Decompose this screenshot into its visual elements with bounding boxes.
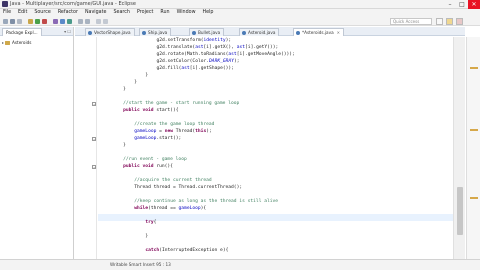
code-line[interactable]: } (123, 142, 126, 149)
project-tree: ▸ Asteroids (0, 36, 73, 49)
eclipse-icon (2, 1, 8, 7)
code-line[interactable]: while(thread == gameLoop){ (134, 205, 206, 212)
open-type-icon[interactable] (78, 19, 83, 24)
fold-toggle-icon[interactable]: − (92, 137, 96, 141)
tab-vectorshape[interactable]: VectorShape.java (85, 28, 135, 36)
code-line[interactable]: gameLoop = new Thread(this); (134, 128, 212, 135)
java-file-icon (142, 30, 146, 35)
project-item[interactable]: ▸ Asteroids (2, 40, 71, 45)
line-number-ruler: − − − (75, 37, 97, 259)
expand-arrow-icon[interactable]: ▸ (2, 40, 4, 45)
menu-edit[interactable]: Edit (18, 9, 27, 17)
code-comment-line[interactable]: //start the game - start running game lo… (123, 100, 239, 107)
code-editor[interactable]: − − − g2d.setTransform(identity); g2d.tra… (75, 37, 465, 270)
minimize-button[interactable]: – (444, 0, 456, 9)
close-button[interactable]: ✕ (468, 0, 480, 9)
tab-label: *Asteroids.java (302, 30, 334, 35)
new-icon[interactable] (3, 19, 8, 24)
quick-access-field[interactable]: Quick Access (390, 18, 432, 25)
code-line[interactable]: g2d.translate(ast[i].getX(), ast[i].getY… (156, 44, 278, 51)
window-controls: – □ ✕ (444, 0, 480, 9)
code-line[interactable]: gameLoop.start(); (134, 135, 181, 142)
print-icon[interactable] (17, 19, 22, 24)
project-name: Asteroids (12, 40, 32, 45)
search-icon[interactable] (85, 19, 90, 24)
tab-ship[interactable]: Ship.java (139, 28, 172, 36)
java-perspective-icon[interactable] (446, 18, 453, 25)
code-line[interactable]: } (123, 86, 126, 93)
code-line[interactable]: g2d.setTransform(identity); (156, 37, 231, 44)
overview-ruler[interactable] (466, 37, 480, 259)
status-text: Writable Smart Insert 95 : 13 (110, 262, 171, 267)
fold-toggle-icon[interactable]: − (92, 102, 96, 106)
tab-label: Asteroid.java (248, 30, 276, 35)
code-line[interactable]: } (145, 72, 148, 79)
menu-search[interactable]: Search (113, 9, 129, 17)
tab-label: VectorShape.java (94, 30, 131, 35)
menu-navigate[interactable]: Navigate (85, 9, 107, 17)
title-bar: Java - Multiplayer/src/com/game/GUI.java… (0, 0, 480, 9)
code-line[interactable]: } (145, 233, 148, 240)
menu-run[interactable]: Run (160, 9, 169, 17)
java-file-icon (242, 30, 246, 35)
code-line[interactable]: public void start(){ (123, 107, 178, 114)
menu-file[interactable]: File (3, 9, 11, 17)
menu-help[interactable]: Help (203, 9, 214, 17)
package-explorer-tab[interactable]: Package Expl... (2, 28, 42, 36)
editor-tab-bar: VectorShape.java Ship.java Bullet.java A… (75, 27, 465, 36)
code-line[interactable]: try{ (145, 219, 156, 226)
annotation-marker[interactable] (470, 67, 478, 69)
menu-refactor[interactable]: Refactor (58, 9, 78, 17)
menu-source[interactable]: Source (34, 9, 50, 17)
open-perspective-icon[interactable] (436, 18, 443, 25)
new-java-project-icon[interactable] (53, 19, 58, 24)
fold-toggle-icon[interactable]: − (92, 165, 96, 169)
code-comment-line[interactable]: //create the game loop thread (134, 121, 214, 128)
project-folder-icon (5, 40, 11, 45)
debug-icon[interactable] (28, 19, 33, 24)
annotation-marker[interactable] (470, 129, 478, 131)
code-line[interactable]: Thread thread = Thread.currentThread(); (134, 184, 242, 191)
package-explorer-panel: Package Expl... ▾ ☐ ▸ Asteroids (0, 27, 74, 267)
back-icon[interactable] (96, 19, 101, 24)
package-explorer-header: Package Expl... ▾ ☐ (0, 27, 73, 36)
window-title: Java - Multiplayer/src/com/game/GUI.java… (10, 1, 136, 7)
java-file-icon (192, 30, 196, 35)
run-icon[interactable] (35, 19, 40, 24)
java-file-icon (296, 30, 300, 35)
code-line[interactable]: g2d.fill(ast[i].getShape()); (156, 65, 233, 72)
tab-asteroid[interactable]: Asteroid.java (239, 28, 280, 36)
save-icon[interactable] (10, 19, 15, 24)
java-file-icon (88, 30, 92, 35)
menu-window[interactable]: Window (177, 9, 196, 17)
tab-asteroids[interactable]: *Asteroids.java ✕ (293, 28, 345, 36)
tab-label: Bullet.java (198, 30, 221, 35)
code-line[interactable]: catch(InterruptedException e){ (145, 247, 228, 254)
code-line[interactable]: g2d.setColor(Color.DARK_GRAY); (156, 58, 239, 65)
forward-icon[interactable] (103, 19, 108, 24)
close-tab-icon[interactable]: ✕ (337, 29, 340, 36)
status-bar: Writable Smart Insert 95 : 13 (0, 259, 480, 270)
code-line[interactable]: g2d.rotate(Math.toRadians(ast[i].getMove… (156, 51, 294, 58)
external-tools-icon[interactable] (42, 19, 47, 24)
view-menu-icon[interactable]: ▾ ☐ (64, 29, 71, 34)
menu-bar: File Edit Source Refactor Navigate Searc… (0, 9, 480, 17)
scrollbar-thumb[interactable] (457, 187, 463, 235)
maximize-button[interactable]: □ (456, 0, 468, 9)
code-line[interactable]: public void run(){ (123, 163, 173, 170)
new-class-icon[interactable] (67, 19, 72, 24)
annotation-marker[interactable] (470, 197, 478, 199)
tab-bullet[interactable]: Bullet.java (189, 28, 225, 36)
code-comment-line[interactable]: //acquire the current thread (134, 177, 211, 184)
code-line[interactable]: } (134, 79, 137, 86)
new-package-icon[interactable] (60, 19, 65, 24)
code-comment-line[interactable]: //keep continue as long as the thread is… (134, 198, 278, 205)
vertical-scrollbar[interactable] (453, 37, 465, 259)
code-comment-line[interactable]: //run event - game loop (123, 156, 187, 163)
menu-project[interactable]: Project (137, 9, 153, 17)
debug-perspective-icon[interactable] (456, 18, 463, 25)
tab-label: Ship.java (148, 30, 168, 35)
